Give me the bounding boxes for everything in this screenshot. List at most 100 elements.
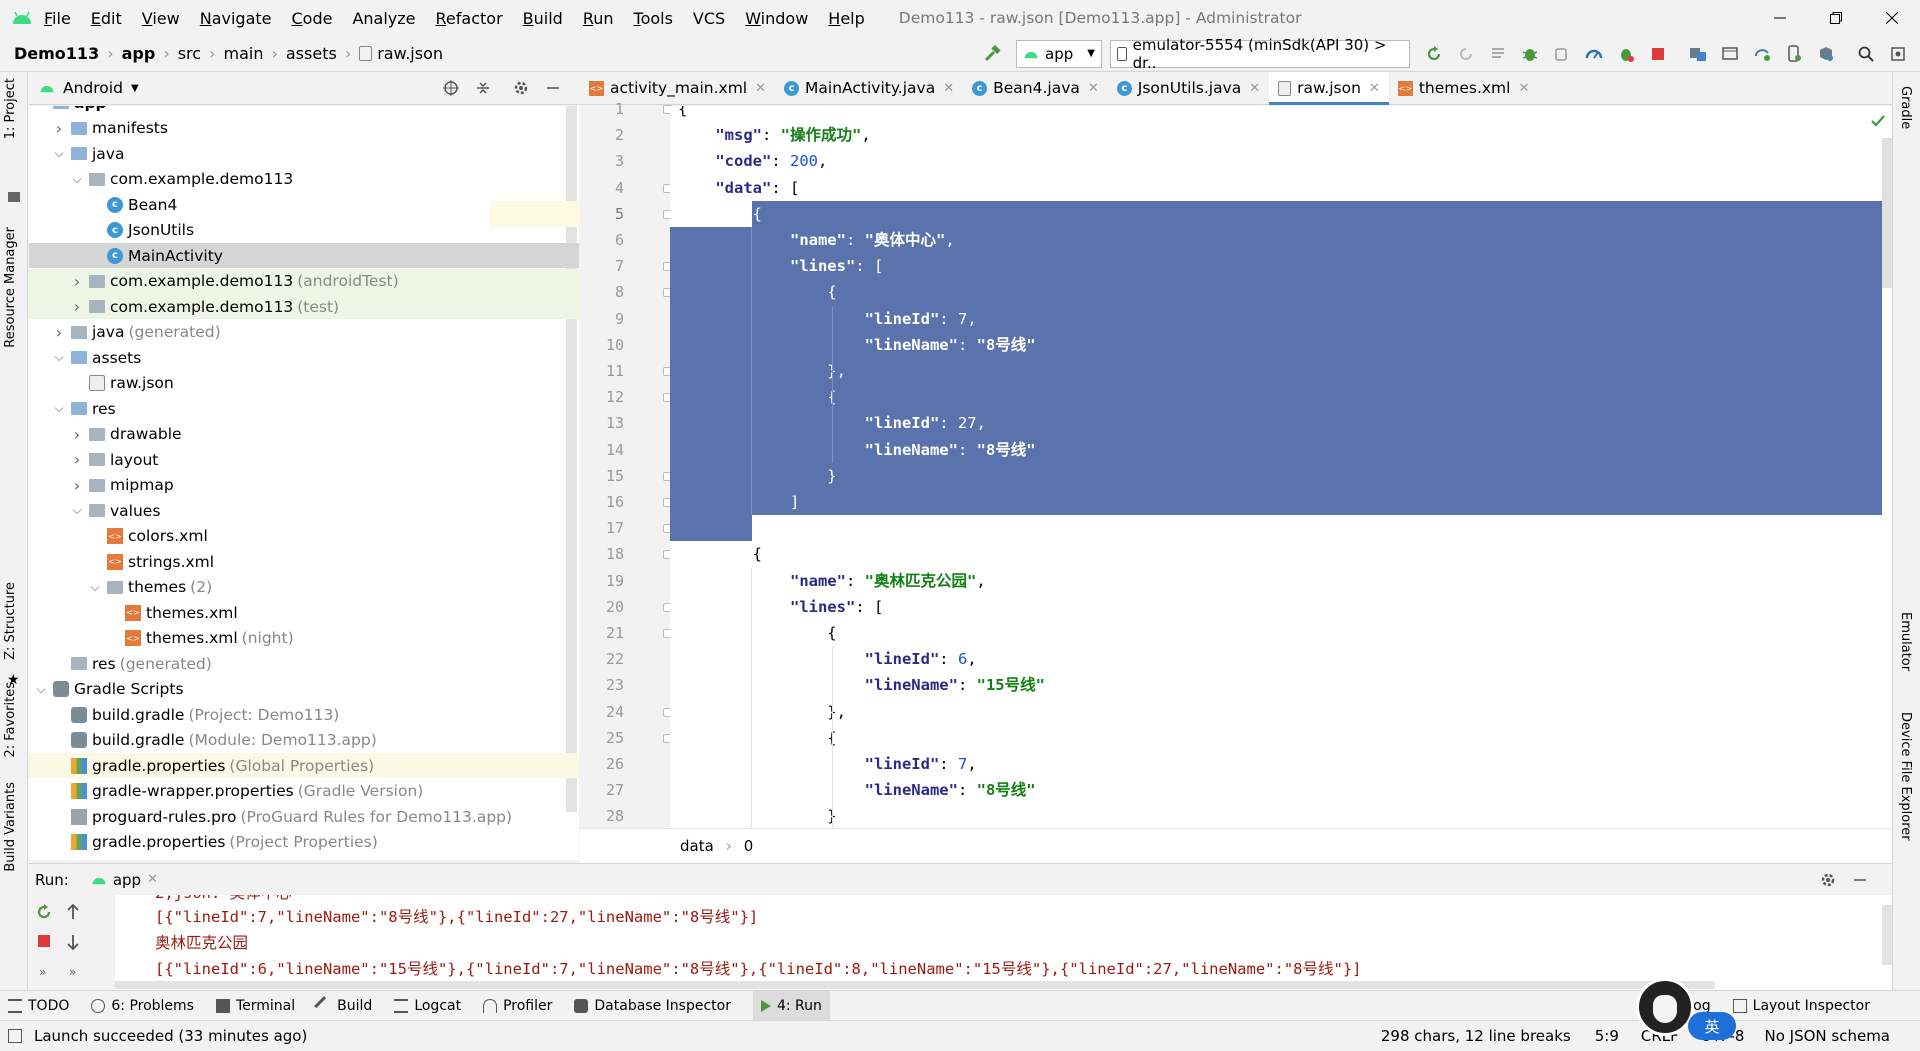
- tree-node[interactable]: proguard-rules.pro (ProGuard Rules for De…: [29, 804, 579, 829]
- profiler-tab[interactable]: Profiler: [483, 998, 552, 1014]
- json-path-index[interactable]: 0: [744, 837, 754, 855]
- build-tab[interactable]: Build: [314, 995, 372, 1016]
- project-view-select[interactable]: Android ▼: [39, 79, 139, 97]
- editor-tab[interactable]: c Bean4.java ✕: [963, 72, 1108, 105]
- restore-button[interactable]: [1808, 0, 1864, 36]
- chevron-down-icon[interactable]: ⌵: [69, 172, 85, 187]
- close-icon[interactable]: ✕: [755, 81, 766, 96]
- device-file-explorer-tab[interactable]: Device File Explorer: [1898, 712, 1913, 841]
- tree-node[interactable]: › manifests: [29, 116, 579, 141]
- json-schema[interactable]: No JSON schema: [1764, 1027, 1890, 1045]
- tree-node[interactable]: › java (generated): [29, 320, 579, 345]
- debug-bug-icon[interactable]: [1516, 40, 1544, 68]
- chevron-right-icon[interactable]: ›: [69, 272, 85, 291]
- editor-tab[interactable]: raw.json ✕: [1269, 71, 1389, 105]
- tree-node[interactable]: › drawable: [29, 422, 579, 447]
- collapse-all-icon[interactable]: [469, 74, 497, 102]
- menu-analyze[interactable]: Analyze: [352, 9, 415, 28]
- profiler-gauge-icon[interactable]: [1580, 40, 1608, 68]
- tree-node[interactable]: ⌵ res: [29, 396, 579, 421]
- tree-node[interactable]: ⌵ app: [29, 106, 579, 115]
- close-icon[interactable]: ✕: [1369, 81, 1380, 96]
- tree-node[interactable]: c MainActivity: [29, 243, 579, 268]
- locate-target-icon[interactable]: [437, 74, 465, 102]
- menu-build[interactable]: Build: [523, 9, 563, 28]
- settings-icon[interactable]: [1884, 40, 1912, 68]
- chevron-down-icon[interactable]: ⌵: [33, 682, 49, 697]
- breadcrumb-item[interactable]: main: [223, 44, 263, 63]
- tree-node[interactable]: › layout: [29, 447, 579, 472]
- structure-tab[interactable]: Z: Structure: [3, 582, 18, 660]
- run-config-tab[interactable]: app ✕: [91, 871, 158, 889]
- hide-panel-icon[interactable]: [539, 74, 567, 102]
- layout-inspector-tab[interactable]: Layout Inspector: [1732, 998, 1870, 1014]
- logcat-tab[interactable]: Logcat: [394, 998, 461, 1014]
- tree-node[interactable]: ⌵ Gradle Scripts: [29, 677, 579, 702]
- chevron-right-icon[interactable]: ›: [69, 450, 85, 469]
- device-manager-icon[interactable]: [1716, 40, 1744, 68]
- breadcrumb-item[interactable]: app: [122, 44, 156, 63]
- sync-gradle-icon[interactable]: [1748, 40, 1776, 68]
- chevron-right-icon[interactable]: ›: [51, 119, 67, 138]
- chevron-right-icon[interactable]: ›: [69, 297, 85, 316]
- breadcrumb-item[interactable]: raw.json: [377, 44, 443, 63]
- ime-language-badge[interactable]: 英: [1688, 1012, 1736, 1040]
- chevron-down-icon[interactable]: ⌵: [51, 350, 67, 365]
- menu-help[interactable]: Help: [828, 9, 864, 28]
- device-select[interactable]: emulator-5554 (minSdk(API 30) > dr..: [1110, 36, 1410, 72]
- build-variants-tab[interactable]: Build Variants: [3, 782, 18, 872]
- menu-run[interactable]: Run: [583, 9, 614, 28]
- tree-node[interactable]: <> themes.xml (night): [29, 626, 579, 651]
- close-icon[interactable]: ✕: [147, 872, 158, 887]
- avd-manager-icon[interactable]: [1780, 40, 1808, 68]
- tree-node[interactable]: ⌵ values: [29, 498, 579, 523]
- menu-refactor[interactable]: Refactor: [436, 9, 503, 28]
- rerun-icon[interactable]: [1420, 40, 1448, 68]
- tree-node[interactable]: raw.json: [29, 371, 579, 396]
- code-editor[interactable]: { "msg": "操作成功", "code": 200, "data": [ …: [670, 106, 1892, 828]
- problems-tab[interactable]: 6: Problems: [91, 998, 194, 1014]
- rerun-icon[interactable]: [35, 903, 53, 921]
- favorites-tab[interactable]: 2: Favorites: [3, 682, 18, 758]
- chevron-right-icon[interactable]: ›: [69, 476, 85, 495]
- menu-view[interactable]: View: [142, 9, 180, 28]
- close-window-button[interactable]: [1864, 0, 1920, 36]
- search-icon[interactable]: [1852, 40, 1880, 68]
- tree-node[interactable]: res (generated): [29, 651, 579, 676]
- more-icon[interactable]: »: [39, 965, 46, 979]
- terminal-tab[interactable]: Terminal: [215, 998, 295, 1014]
- gradle-tool-tab[interactable]: Gradle: [1898, 86, 1913, 129]
- editor-scrollbar[interactable]: [1882, 138, 1892, 288]
- chevron-down-icon[interactable]: ⌵: [87, 580, 103, 595]
- apply-code-changes-icon[interactable]: [1484, 40, 1512, 68]
- sdk-manager-icon[interactable]: [1812, 40, 1840, 68]
- minimize-button[interactable]: [1752, 0, 1808, 36]
- tree-node[interactable]: gradle.properties (Project Properties): [29, 830, 579, 855]
- menu-edit[interactable]: Edit: [91, 9, 122, 28]
- resource-manager-tab[interactable]: Resource Manager: [3, 227, 18, 348]
- gear-icon[interactable]: [1814, 866, 1842, 894]
- run-tab[interactable]: 4: Run: [752, 990, 830, 1021]
- console-hscrollbar[interactable]: [115, 981, 1715, 989]
- tree-node[interactable]: ⌵ assets: [29, 345, 579, 370]
- caret-position[interactable]: 5:9: [1595, 1027, 1619, 1045]
- tree-node[interactable]: <> colors.xml: [29, 524, 579, 549]
- apply-changes-icon[interactable]: [1452, 40, 1480, 68]
- attach-process-icon[interactable]: [1612, 40, 1640, 68]
- tree-node[interactable]: <> themes.xml: [29, 600, 579, 625]
- database-inspector-tab[interactable]: Database Inspector: [574, 998, 731, 1014]
- project-tool-tab[interactable]: 1: Project: [3, 78, 18, 139]
- chevron-down-icon[interactable]: ⌵: [33, 106, 49, 110]
- char-count[interactable]: 298 chars, 12 line breaks: [1381, 1027, 1571, 1045]
- breadcrumb-item[interactable]: Demo113: [14, 44, 99, 63]
- menu-file[interactable]: File: [44, 9, 71, 28]
- chevron-down-icon[interactable]: ⌵: [69, 503, 85, 518]
- breadcrumb-item[interactable]: assets: [286, 44, 337, 63]
- close-icon[interactable]: ✕: [943, 81, 954, 96]
- tree-node[interactable]: build.gradle (Module: Demo113.app): [29, 728, 579, 753]
- menu-window[interactable]: Window: [745, 9, 808, 28]
- arrow-down-icon[interactable]: [65, 933, 81, 951]
- tree-node[interactable]: <> strings.xml: [29, 549, 579, 574]
- project-structure-icon[interactable]: [1684, 40, 1712, 68]
- close-icon[interactable]: ✕: [1518, 81, 1529, 96]
